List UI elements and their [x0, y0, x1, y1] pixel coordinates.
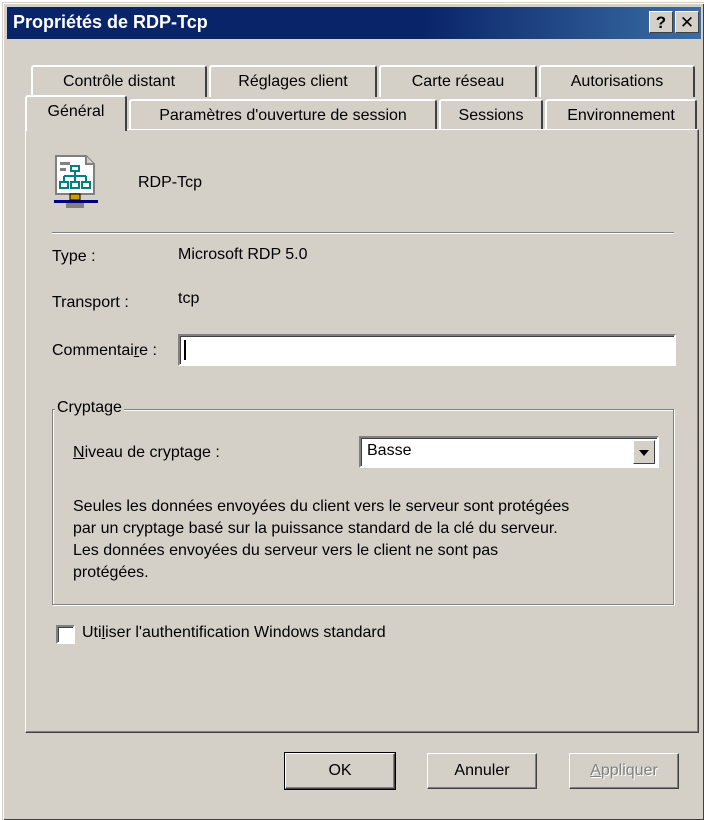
- encryption-description-line: Seules les données envoyées du client ve…: [73, 498, 570, 515]
- help-button[interactable]: ?: [649, 11, 673, 33]
- title-bar[interactable]: Propriétés de RDP-Tcp ? ✕: [7, 7, 701, 39]
- encryption-description: Seules les données envoyées du client ve…: [73, 496, 673, 584]
- tab-environnement[interactable]: Environnement: [545, 99, 697, 131]
- comment-label: Commentaire :: [52, 342, 157, 360]
- apply-button-label: ppliquer: [600, 762, 658, 779]
- encryption-description-line: par un cryptage basé sur la puissance st…: [73, 520, 558, 537]
- tab-label: Sessions: [458, 107, 524, 124]
- encryption-level-label-text: iveau de cryptage :: [84, 444, 220, 461]
- comment-label-suffix: e :: [139, 342, 157, 359]
- tab-reglages-client[interactable]: Réglages client: [209, 65, 377, 97]
- cancel-button[interactable]: Annuler: [427, 753, 537, 789]
- text-caret: [184, 340, 186, 360]
- encryption-level-value: Basse: [367, 442, 412, 459]
- tab-parametres-ouverture-session[interactable]: Paramètres d'ouverture de session: [129, 99, 437, 131]
- encryption-group-title: Cryptage: [55, 399, 124, 417]
- tab-label: Général: [47, 103, 105, 120]
- close-icon: ✕: [679, 13, 695, 32]
- windows-auth-label-text: Uti: [82, 624, 102, 641]
- apply-button-accesskey: A: [590, 762, 601, 779]
- tab-sessions[interactable]: Sessions: [439, 99, 543, 131]
- help-icon: ?: [655, 13, 667, 32]
- windows-auth-checkbox[interactable]: [56, 625, 75, 644]
- windows-auth-label-suffix: iser l'authentification Windows standard: [105, 624, 386, 641]
- network-connection-icon: [52, 154, 100, 210]
- tab-label: Réglages client: [238, 73, 348, 90]
- connection-name: RDP-Tcp: [138, 174, 203, 191]
- ok-button[interactable]: OK: [284, 752, 396, 790]
- separator: [52, 232, 674, 234]
- encryption-level-dropdown-button[interactable]: [633, 440, 655, 464]
- tab-general[interactable]: Général: [25, 95, 127, 131]
- windows-auth-label[interactable]: Utiliser l'authentification Windows stan…: [82, 624, 386, 642]
- chevron-down-icon: [639, 450, 649, 456]
- encryption-description-line: protégées.: [73, 564, 149, 581]
- encryption-description-line: Les données envoyées du serveur vers le …: [73, 542, 499, 559]
- window-title: Propriétés de RDP-Tcp: [13, 12, 208, 32]
- transport-label: Transport :: [52, 294, 129, 311]
- encryption-level-label: Niveau de cryptage :: [73, 444, 220, 462]
- tab-label: Contrôle distant: [62, 73, 176, 90]
- encryption-group: Cryptage Niveau de cryptage : Basse Seul…: [52, 399, 674, 605]
- tab-label: Autorisations: [570, 73, 664, 90]
- comment-field[interactable]: [178, 334, 676, 366]
- ok-button-label: OK: [328, 762, 352, 779]
- cancel-button-label: Annuler: [454, 762, 510, 779]
- tab-autorisations[interactable]: Autorisations: [539, 65, 695, 97]
- type-label: Type :: [52, 248, 96, 265]
- tab-controle-distant[interactable]: Contrôle distant: [31, 65, 207, 97]
- tab-label: Carte réseau: [411, 73, 505, 90]
- tab-carte-reseau[interactable]: Carte réseau: [379, 65, 537, 97]
- apply-button[interactable]: Appliquer: [569, 753, 679, 789]
- comment-label-text: Commentai: [52, 342, 134, 359]
- properties-dialog: Propriétés de RDP-Tcp ? ✕ Contrôle dista…: [2, 2, 704, 820]
- tab-label: Environnement: [567, 107, 675, 124]
- transport-value: tcp: [178, 290, 200, 307]
- tab-label: Paramètres d'ouverture de session: [159, 107, 407, 124]
- tab-panel-general: RDP-Tcp Type : Microsoft RDP 5.0 Transpo…: [25, 129, 699, 733]
- close-button[interactable]: ✕: [675, 11, 699, 33]
- encryption-level-select[interactable]: Basse: [359, 436, 659, 468]
- type-value: Microsoft RDP 5.0: [178, 246, 308, 263]
- encryption-level-accesskey: N: [73, 444, 85, 461]
